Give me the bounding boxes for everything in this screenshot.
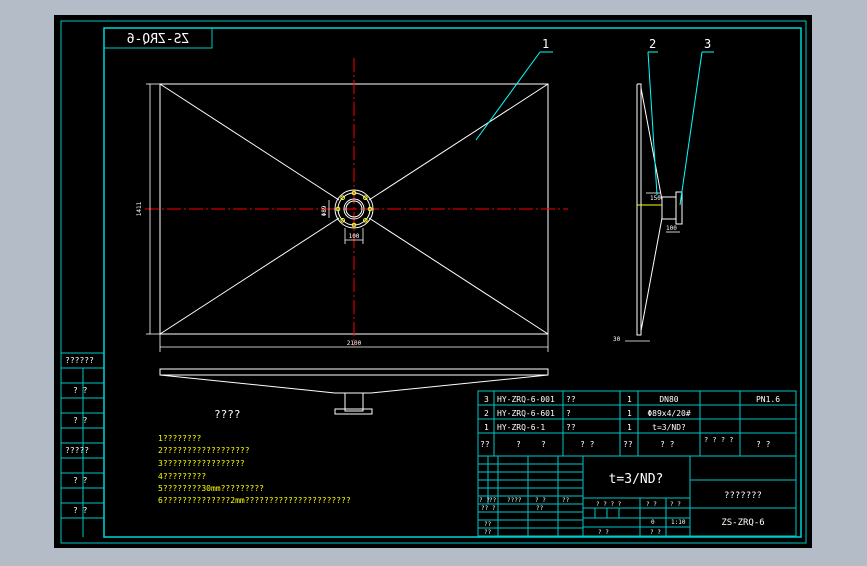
bom-header: ? ? ? ? — [704, 436, 734, 444]
bom-header: ? ? — [756, 440, 771, 449]
material-spec: t=3/ND? — [609, 472, 664, 487]
sheet-label: ? ? — [598, 529, 609, 536]
note-line: 3????????????????? — [158, 459, 245, 468]
bom-qty: 1 — [627, 423, 632, 432]
sign-row: ?? ? — [481, 505, 496, 512]
bom-header: ? ? — [660, 440, 675, 449]
sheet-of-label: ? ? — [650, 529, 661, 536]
side-strip-label: ?????? — [65, 356, 94, 365]
balloon-3[interactable]: 3 — [704, 37, 711, 51]
dim-side-top: 150 — [650, 195, 661, 202]
drawing-title: ??????? — [724, 491, 762, 501]
bom-spec: t=3/ND? — [652, 423, 686, 432]
bom-spec: DN80 — [659, 395, 678, 404]
side-strip-label: ? ? — [73, 476, 88, 485]
notes-title: ???? — [214, 408, 241, 421]
bom-spec: Φ89x4/20# — [647, 409, 691, 418]
note-line: 5????????30mm????????? — [158, 484, 264, 493]
bom-no: 2 — [484, 409, 489, 418]
bom-header: ? — [516, 440, 521, 449]
bom-no: 1 — [484, 423, 489, 432]
bom-code: HY-ZRQ-6-601 — [497, 409, 555, 418]
bom-code: HY-ZRQ-6-001 — [497, 395, 555, 404]
bom-name: ?? — [566, 423, 576, 432]
sign-row: ?? — [484, 521, 492, 528]
sign-row: ?? — [536, 505, 544, 512]
dim-side-bottom: 100 — [666, 225, 677, 232]
note-line: 4????????? — [158, 472, 206, 481]
drawing-canvas — [54, 15, 812, 548]
sign-col: ?? — [489, 497, 497, 504]
dim-width: 2100 — [347, 340, 362, 347]
bom-note: PN1.6 — [756, 395, 780, 404]
weight-label: ? ? — [646, 501, 657, 508]
bom-qty: 1 — [627, 409, 632, 418]
side-strip-label: ? ? — [73, 386, 88, 395]
bom-header: ?? — [623, 440, 633, 449]
bom-name: ? — [566, 409, 571, 418]
dim-nozzle-w: Φ89 — [321, 205, 328, 216]
drawing-number: ZS-ZRQ-6 — [721, 518, 764, 528]
note-line: 1???????? — [158, 434, 202, 443]
sign-col: ???? — [507, 497, 522, 504]
bom-header: ? — [541, 440, 546, 449]
balloon-1[interactable]: 1 — [542, 37, 549, 51]
bom-qty: 1 — [627, 395, 632, 404]
sign-row: ?? — [484, 529, 492, 536]
side-strip-label: ????? — [65, 446, 89, 455]
dim-side-thk: 30 — [613, 336, 621, 343]
dim-nozzle-h: 100 — [349, 233, 360, 240]
bom-no: 3 — [484, 395, 489, 404]
balloon-2[interactable]: 2 — [649, 37, 656, 51]
bom-header: ? ? — [580, 440, 595, 449]
sign-col: ? ? — [535, 497, 546, 504]
drawing-code-mirrored: ZS-ZRQ-6 — [127, 32, 190, 47]
weight-value: 0 — [651, 519, 655, 526]
drawing-viewport[interactable]: ZS-ZRQ-6 ?????? ? ? ? ? ????? ? ? ? ? 14… — [0, 0, 867, 562]
stage-label: ? ? ? ? — [596, 501, 622, 508]
bom-name: ?? — [566, 395, 576, 404]
dim-height: 1411 — [136, 201, 143, 216]
scale-value: 1:10 — [671, 519, 686, 526]
bom-code: HY-ZRQ-6-1 — [497, 423, 545, 432]
side-strip-label: ? ? — [73, 416, 88, 425]
note-line: 2?????????????????? — [158, 446, 250, 455]
scale-label: ? ? — [670, 501, 681, 508]
note-line: 6??????????????2mm?????????????????????? — [158, 496, 351, 505]
sign-col: ?? — [562, 497, 570, 504]
side-strip-label: ? ? — [73, 506, 88, 515]
bom-header: ?? — [480, 440, 490, 449]
